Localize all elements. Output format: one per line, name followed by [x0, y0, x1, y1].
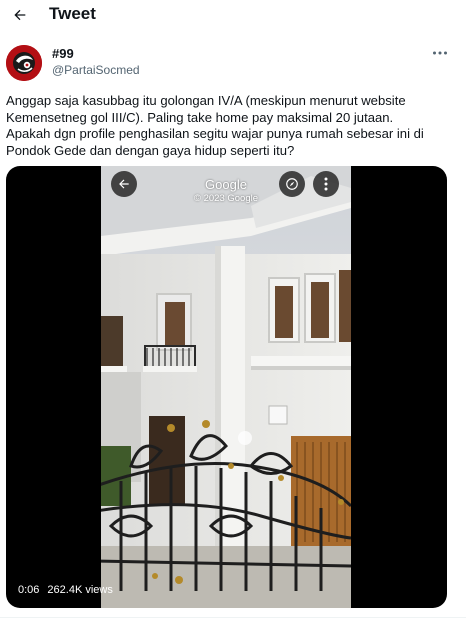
compass-button[interactable] — [279, 171, 305, 197]
tweet-text-line: Apakah dgn profile penghasilan segitu wa… — [6, 126, 424, 141]
page-title: Tweet — [49, 4, 96, 23]
more-options-button[interactable] — [430, 44, 450, 62]
tweet-text-line: Anggap saja kasubbag itu golongan IV/A (… — [6, 93, 406, 108]
arrow-left-icon — [14, 9, 26, 21]
author-name[interactable]: #99 — [52, 46, 74, 61]
video-player[interactable]: Google © 2023 Google 0:06 262.4K views — [6, 166, 447, 608]
street-view-more-button[interactable] — [313, 171, 339, 197]
tweet-text-line: Pondok Gede dan dengan gaya hidup sepert… — [6, 142, 295, 158]
avatar[interactable] — [6, 45, 42, 81]
compass-icon — [286, 178, 298, 190]
more-vertical-icon — [324, 177, 328, 191]
header-bar: Tweet — [0, 0, 466, 30]
video-stats: 0:06 262.4K views — [18, 584, 113, 596]
divider — [0, 617, 466, 618]
avatar-logo-icon — [6, 45, 42, 81]
tweet-text: Anggap saja kasubbag itu golongan IV/A (… — [6, 93, 454, 159]
arrow-left-icon — [119, 179, 129, 189]
back-button[interactable] — [8, 4, 32, 26]
tweet-text-line: Kemensetneg gol III/C). Paling take home… — [6, 109, 394, 125]
house-street-view-image — [101, 166, 351, 608]
street-view-back-button[interactable] — [111, 171, 137, 197]
video-frame: Google © 2023 Google — [101, 166, 351, 608]
street-view-copyright: © 2023 Google — [193, 193, 259, 204]
video-views: 262.4K views — [47, 584, 113, 596]
video-time: 0:06 — [18, 584, 40, 596]
more-horizontal-icon — [433, 51, 447, 55]
author-handle[interactable]: @PartaiSocmed — [52, 63, 140, 77]
